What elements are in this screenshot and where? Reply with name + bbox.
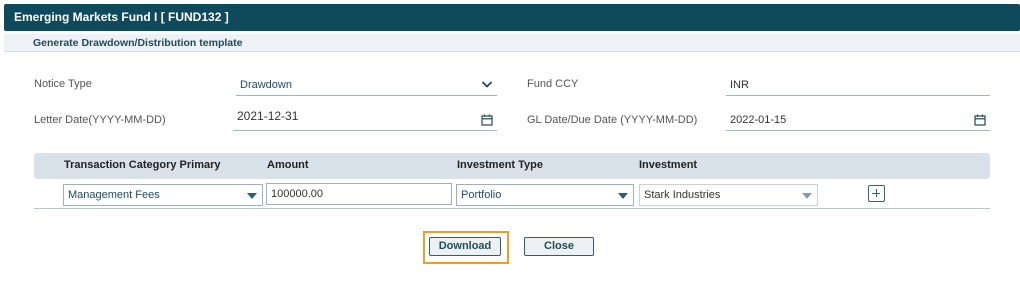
investment-value: Stark Industries [644,189,721,201]
investment-select[interactable]: Stark Industries [639,184,818,206]
letter-date-label: Letter Date(YYYY-MM-DD) [34,114,166,126]
fund-ccy-label: Fund CCY [527,78,579,90]
notice-type-value: Drawdown [240,79,292,91]
category-value: Management Fees [68,189,160,201]
calendar-icon[interactable] [481,114,493,126]
gl-date-label: GL Date/Due Date (YYYY-MM-DD) [527,114,698,126]
section-title: Generate Drawdown/Distribution template [4,34,1020,52]
amount-input[interactable]: 100000.00 [266,183,452,205]
amount-value: 100000.00 [271,188,323,200]
column-header-investment: Investment [639,159,698,171]
notice-type-select[interactable]: Drawdown [236,77,497,96]
gl-date-value: 2022-01-15 [730,114,787,126]
category-select[interactable]: Management Fees [63,184,263,206]
caret-down-icon [618,193,628,199]
download-button[interactable]: Download [429,237,501,256]
notice-type-label: Notice Type [34,78,92,90]
fund-ccy-value: INR [730,79,749,91]
table-header: Transaction Category Primary Amount Inve… [34,153,990,179]
chevron-down-icon[interactable] [481,80,493,89]
letter-date-value: 2021-12-31 [237,109,299,123]
row-divider [34,208,990,209]
caret-down-icon [802,193,812,199]
gl-date-input[interactable]: 2022-01-15 [726,112,990,131]
column-header-category: Transaction Category Primary [64,159,221,171]
caret-down-icon [247,193,257,199]
window-title: Emerging Markets Fund I [ FUND132 ] [4,4,1020,31]
column-header-investment-type: Investment Type [457,159,543,171]
column-header-amount: Amount [267,159,309,171]
calendar-icon[interactable] [974,114,986,126]
add-row-icon[interactable] [868,185,885,202]
investment-type-value: Portfolio [461,189,502,201]
investment-type-select[interactable]: Portfolio [456,184,634,206]
close-button[interactable]: Close [524,237,594,256]
letter-date-input[interactable]: 2021-12-31 [233,108,497,131]
fund-ccy-field: INR [726,77,990,96]
